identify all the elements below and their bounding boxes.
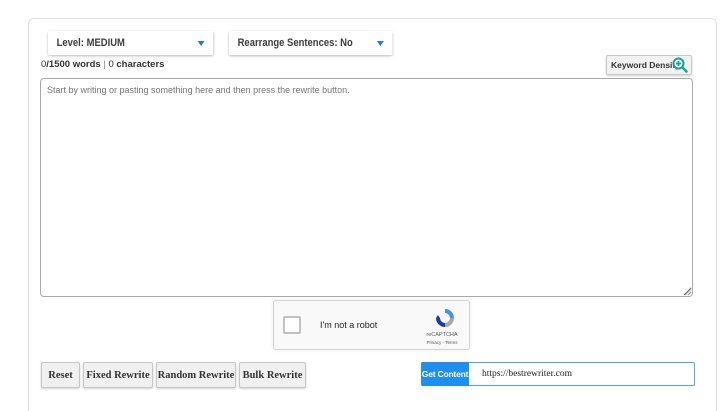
bulk-rewrite-button[interactable]: Bulk Rewrite — [239, 362, 306, 388]
reset-button[interactable]: Reset — [41, 362, 80, 388]
chevron-down-icon — [197, 41, 205, 46]
chevron-down-icon — [376, 41, 384, 46]
resize-handle-icon[interactable] — [684, 288, 692, 296]
characters-label: characters — [116, 59, 165, 70]
level-dropdown-label: Level: MEDIUM — [56, 37, 125, 49]
text-editor[interactable] — [40, 78, 693, 297]
recaptcha-widget: I'm not a robot reCAPTCHA Privacy - Term… — [273, 300, 470, 350]
fixed-rewrite-button[interactable]: Fixed Rewrite — [83, 362, 153, 388]
counter-separator: | — [103, 59, 106, 70]
recaptcha-logo-icon — [436, 309, 454, 327]
rearrange-dropdown-label: Rearrange Sentences: No — [237, 37, 353, 49]
recaptcha-checkbox[interactable] — [283, 316, 301, 334]
character-count: 0 — [108, 59, 114, 70]
get-content-button[interactable]: Get Content — [421, 362, 469, 386]
keyword-density-button[interactable]: Keyword Density — [606, 55, 692, 75]
keyword-density-label: Keyword Density — [611, 60, 680, 70]
random-rewrite-button[interactable]: Random Rewrite — [156, 362, 236, 388]
url-input[interactable]: https://bestrewriter.com — [469, 362, 695, 386]
rearrange-sentences-dropdown[interactable]: Rearrange Sentences: No — [229, 31, 393, 55]
word-limit-label: /1500 words — [46, 59, 101, 70]
zoom-in-icon — [672, 57, 688, 73]
word-character-counter: 0/1500 words | 0 characters — [41, 59, 164, 70]
recaptcha-label: I'm not a robot — [320, 320, 378, 330]
level-dropdown[interactable]: Level: MEDIUM — [48, 31, 214, 55]
recaptcha-brand: reCAPTCHA — [426, 332, 458, 338]
recaptcha-terms-link[interactable]: Privacy - Terms — [420, 340, 464, 345]
